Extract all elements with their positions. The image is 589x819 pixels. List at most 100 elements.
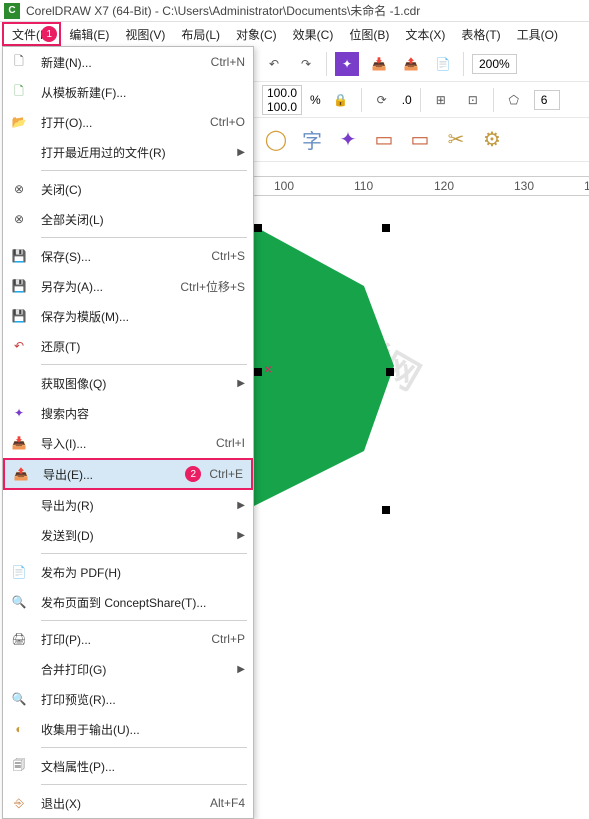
conceptshare-icon: 🔍 <box>9 592 29 612</box>
menu-publish-pdf[interactable]: 📄发布为 PDF(H) <box>3 557 253 587</box>
selection-handle[interactable] <box>254 224 262 232</box>
close-doc-icon: ⊗ <box>9 179 29 199</box>
zoom-level[interactable]: 200% <box>472 54 517 74</box>
new-doc-icon: 🗋 <box>9 52 29 72</box>
menu-import[interactable]: 📥导入(I)...Ctrl+I <box>3 428 253 458</box>
menu-text[interactable]: 文本(X) <box>397 22 453 46</box>
close-all-icon: ⊗ <box>9 209 29 229</box>
polygon-shape-icon <box>254 226 394 506</box>
align-icon[interactable]: ⊞ <box>429 88 453 112</box>
lock-icon[interactable]: 🔒 <box>329 88 353 112</box>
toolbar-area: ↶ ↷ ✦ 📥 📤 📄 200% 100.0100.0 % 🔒 ⟳ .0 ⊞ ⊡… <box>254 46 589 162</box>
file-menu-dropdown: 🗋新建(N)...Ctrl+N 🗋从模板新建(F)... 📂打开(O)...Ct… <box>2 46 254 819</box>
menu-object[interactable]: 对象(C) <box>228 22 285 46</box>
toolbar-row-2: 100.0100.0 % 🔒 ⟳ .0 ⊞ ⊡ ⬠ 6 <box>254 82 589 118</box>
properties-icon: 🗐 <box>9 756 29 776</box>
star-icon[interactable]: ✂ <box>442 126 470 154</box>
window-title: CorelDRAW X7 (64-Bit) - C:\Users\Adminis… <box>26 2 420 19</box>
toolbar-row-1: ↶ ↷ ✦ 📥 📤 📄 200% <box>254 46 589 82</box>
effect-icon[interactable]: ✦ <box>334 126 362 154</box>
menu-view[interactable]: 视图(V) <box>117 22 173 46</box>
text-tool-icon[interactable]: 字 <box>298 126 326 154</box>
exit-icon: ⎆ <box>9 793 29 813</box>
pdf-publish-icon: 📄 <box>9 562 29 582</box>
menu-export-as[interactable]: 导出为(R)▶ <box>3 490 253 520</box>
menu-effect[interactable]: 效果(C) <box>285 22 342 46</box>
selected-shape[interactable] <box>254 226 394 506</box>
print-icon: 🖨 <box>9 629 29 649</box>
rotate-icon[interactable]: ⟳ <box>370 88 394 112</box>
menu-new[interactable]: 🗋新建(N)...Ctrl+N <box>3 47 253 77</box>
preview-icon: 🔍 <box>9 689 29 709</box>
submenu-arrow-icon: ▶ <box>237 378 245 389</box>
menu-send-to[interactable]: 发送到(D)▶ <box>3 520 253 550</box>
titlebar: C CorelDRAW X7 (64-Bit) - C:\Users\Admin… <box>0 0 589 22</box>
menu-export[interactable]: 📤导出(E)...2Ctrl+E <box>3 458 253 490</box>
import-icon[interactable]: 📥 <box>367 52 391 76</box>
menu-save[interactable]: 💾保存(S)...Ctrl+S <box>3 241 253 271</box>
menu-tools[interactable]: 工具(O) <box>509 22 566 46</box>
menu-acquire[interactable]: 获取图像(Q)▶ <box>3 368 253 398</box>
menu-new-template[interactable]: 🗋从模板新建(F)... <box>3 77 253 107</box>
export-file-icon: 📤 <box>11 464 31 484</box>
template-icon: 🗋 <box>9 82 29 102</box>
submenu-arrow-icon: ▶ <box>237 500 245 511</box>
polygon-icon[interactable]: ⬠ <box>502 88 526 112</box>
horizontal-ruler: 100 110 120 130 140 <box>254 176 589 196</box>
menu-search[interactable]: ✦搜索内容 <box>3 398 253 428</box>
folder-open-icon: 📂 <box>9 112 29 132</box>
menu-table[interactable]: 表格(T) <box>453 22 508 46</box>
submenu-arrow-icon: ▶ <box>237 664 245 675</box>
star2-icon[interactable]: ⚙ <box>478 126 506 154</box>
annotation-marker-2: 2 <box>185 466 201 482</box>
menubar: 文件(F) 1 编辑(E) 视图(V) 布局(L) 对象(C) 效果(C) 位图… <box>0 22 589 46</box>
menu-file[interactable]: 文件(F) 1 <box>2 22 61 46</box>
menu-close-all[interactable]: ⊗全部关闭(L) <box>3 204 253 234</box>
collect-icon: ◐ <box>9 719 29 739</box>
center-marker-icon: × <box>264 361 272 377</box>
menu-open[interactable]: 📂打开(O)...Ctrl+O <box>3 107 253 137</box>
menu-layout[interactable]: 布局(L) <box>173 22 228 46</box>
undo-icon[interactable]: ↶ <box>262 52 286 76</box>
menu-revert[interactable]: ↶还原(T) <box>3 331 253 361</box>
submenu-arrow-icon: ▶ <box>237 530 245 541</box>
menu-doc-properties[interactable]: 🗐文档属性(P)... <box>3 751 253 781</box>
menu-print[interactable]: 🖨打印(P)...Ctrl+P <box>3 624 253 654</box>
rotation-value[interactable]: .0 <box>402 93 412 107</box>
canvas[interactable]: 件自学网 RJZXW.C × <box>254 196 589 817</box>
submenu-arrow-icon: ▶ <box>237 147 245 158</box>
selection-handle[interactable] <box>382 506 390 514</box>
pdf-icon[interactable]: 📄 <box>431 52 455 76</box>
menu-publish-conceptshare[interactable]: 🔍发布页面到 ConceptShare(T)... <box>3 587 253 617</box>
menu-collect-output[interactable]: ◐收集用于输出(U)... <box>3 714 253 744</box>
selection-handle[interactable] <box>382 224 390 232</box>
save-icon: 💾 <box>9 246 29 266</box>
box-icon[interactable]: ▭ <box>370 126 398 154</box>
menu-print-preview[interactable]: 🔍打印预览(R)... <box>3 684 253 714</box>
selection-handle[interactable] <box>386 368 394 376</box>
toolbar-row-3: ◯ 字 ✦ ▭ ▭ ✂ ⚙ <box>254 118 589 162</box>
menu-close[interactable]: ⊗关闭(C) <box>3 174 253 204</box>
menu-merge-print[interactable]: 合并打印(G)▶ <box>3 654 253 684</box>
app-logo-icon: C <box>4 3 20 19</box>
dimension-spinner[interactable]: 100.0100.0 <box>262 85 302 115</box>
menu-edit[interactable]: 编辑(E) <box>61 22 117 46</box>
percent-label: % <box>310 93 321 107</box>
menu-save-as[interactable]: 💾另存为(A)...Ctrl+位移+S <box>3 271 253 301</box>
annotation-marker-1: 1 <box>41 26 57 42</box>
redo-icon[interactable]: ↷ <box>294 52 318 76</box>
menu-recent[interactable]: 打开最近用过的文件(R)▶ <box>3 137 253 167</box>
export-icon[interactable]: 📤 <box>399 52 423 76</box>
shape-circle-icon[interactable]: ◯ <box>262 126 290 154</box>
distribute-icon[interactable]: ⊡ <box>461 88 485 112</box>
menu-exit[interactable]: ⎆退出(X)Alt+F4 <box>3 788 253 818</box>
revert-icon: ↶ <box>9 336 29 356</box>
selection-handle[interactable] <box>254 368 262 376</box>
save-as-icon: 💾 <box>9 276 29 296</box>
sides-value[interactable]: 6 <box>534 90 560 110</box>
menu-bitmap[interactable]: 位图(B) <box>341 22 397 46</box>
box2-icon[interactable]: ▭ <box>406 126 434 154</box>
menu-save-template[interactable]: 💾保存为模版(M)... <box>3 301 253 331</box>
tool-purple-icon[interactable]: ✦ <box>335 52 359 76</box>
search-content-icon: ✦ <box>9 403 29 423</box>
